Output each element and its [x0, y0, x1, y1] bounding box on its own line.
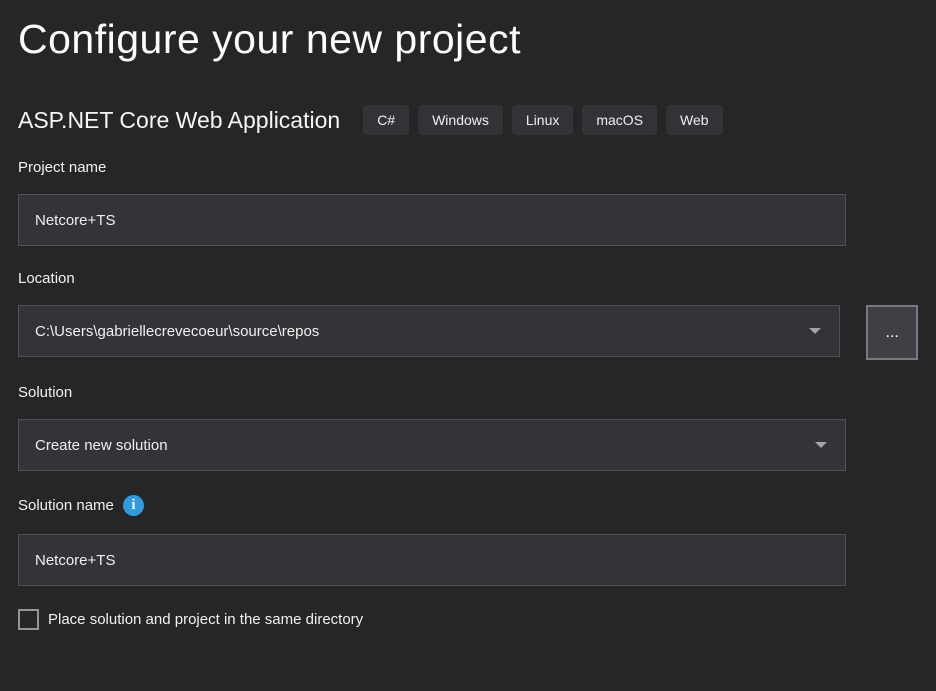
tag-macos: macOS: [582, 105, 657, 135]
form-fields: Project name Location C:\Users\gabrielle…: [18, 159, 918, 630]
template-name: ASP.NET Core Web Application: [18, 107, 340, 134]
same-directory-row: Place solution and project in the same d…: [18, 609, 918, 630]
solution-name-label: Solution name: [18, 497, 114, 514]
solution-field: Solution Create new solution: [18, 384, 918, 471]
chevron-down-icon[interactable]: [809, 328, 821, 334]
solution-combobox[interactable]: Create new solution: [18, 419, 846, 471]
project-name-label: Project name: [18, 159, 106, 176]
same-directory-label[interactable]: Place solution and project in the same d…: [48, 611, 363, 628]
tag-web: Web: [666, 105, 723, 135]
location-value: C:\Users\gabriellecrevecoeur\source\repo…: [35, 323, 809, 340]
same-directory-checkbox[interactable]: [18, 609, 39, 630]
project-name-field: Project name: [18, 159, 918, 246]
location-label: Location: [18, 270, 75, 287]
location-field: Location C:\Users\gabriellecrevecoeur\so…: [18, 270, 918, 360]
chevron-down-icon[interactable]: [815, 442, 827, 448]
project-name-input[interactable]: [18, 194, 846, 246]
page-title: Configure your new project: [18, 12, 918, 67]
solution-name-input[interactable]: [18, 534, 846, 586]
solution-name-field: Solution name i: [18, 495, 918, 586]
tag-windows: Windows: [418, 105, 503, 135]
template-tags: C# Windows Linux macOS Web: [363, 105, 722, 135]
location-combobox[interactable]: C:\Users\gabriellecrevecoeur\source\repo…: [18, 305, 840, 357]
info-icon[interactable]: i: [123, 495, 144, 516]
tag-linux: Linux: [512, 105, 573, 135]
browse-location-button[interactable]: ...: [866, 305, 918, 360]
solution-label: Solution: [18, 384, 72, 401]
configure-project-dialog: Configure your new project ASP.NET Core …: [0, 0, 936, 630]
solution-selected-option: Create new solution: [35, 437, 815, 454]
tag-csharp: C#: [363, 105, 409, 135]
template-info-row: ASP.NET Core Web Application C# Windows …: [18, 105, 918, 135]
